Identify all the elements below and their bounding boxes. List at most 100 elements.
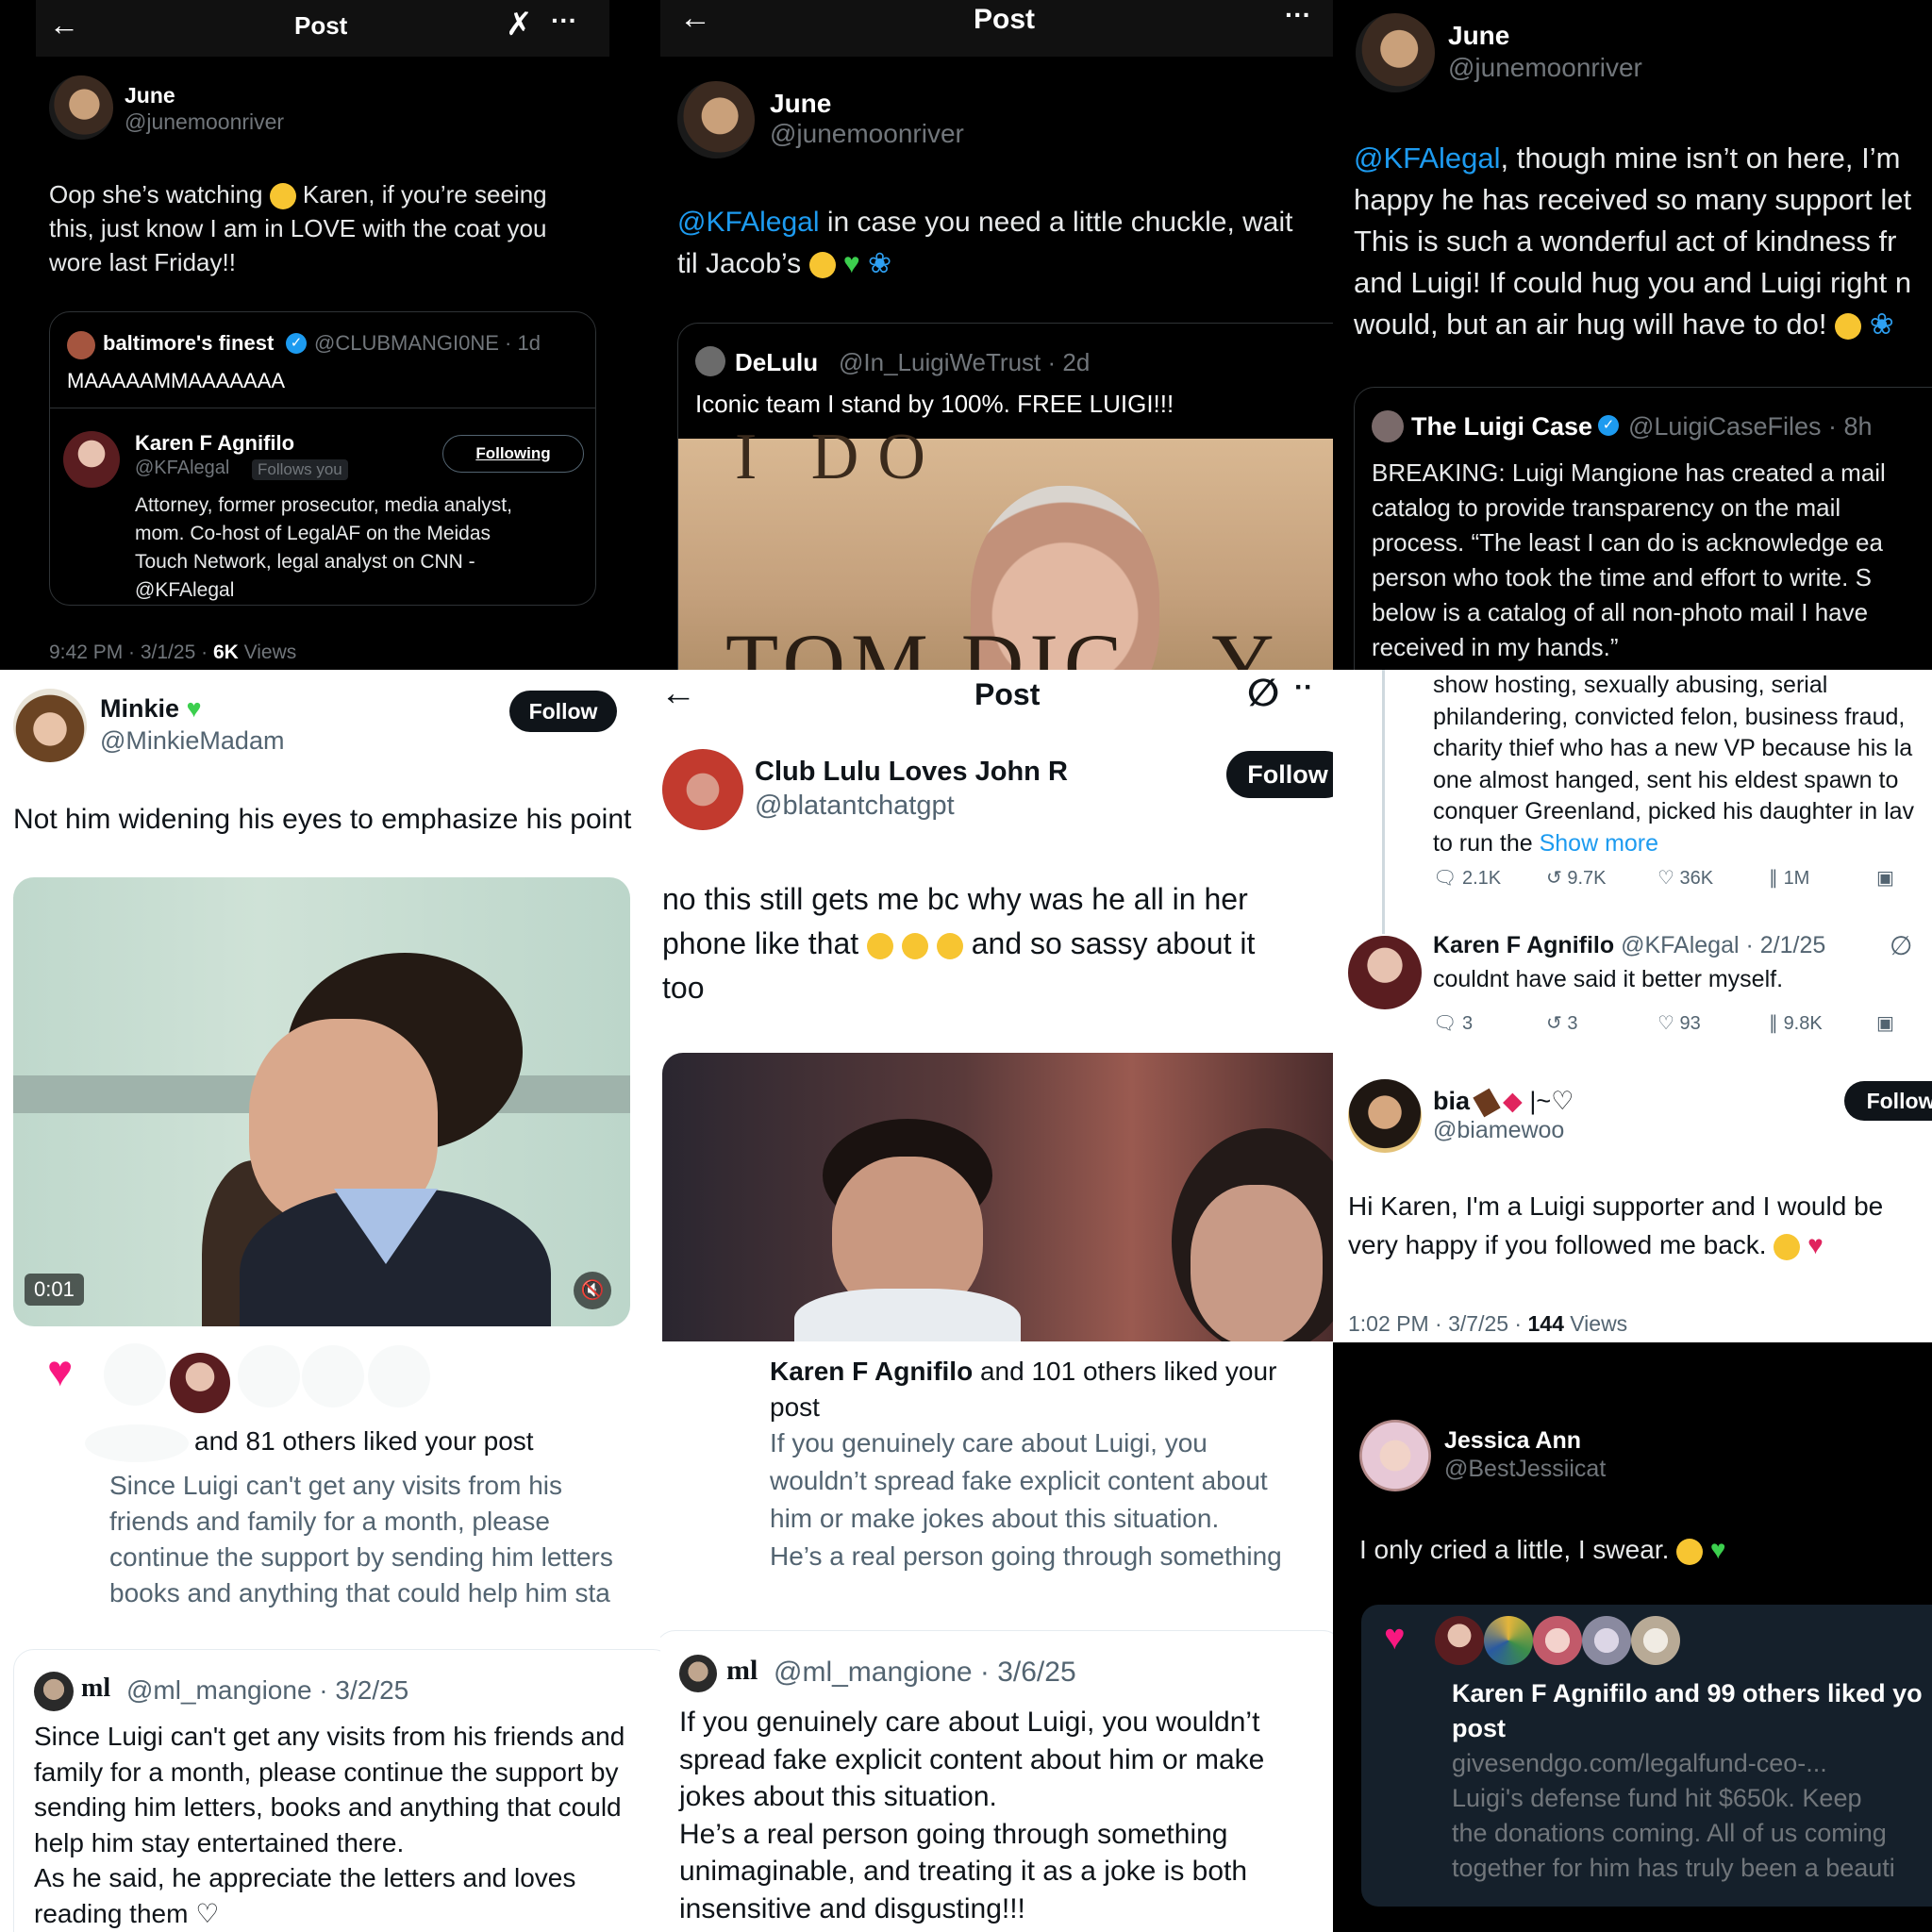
avatar xyxy=(302,1345,364,1407)
post-meta: 9:42 PM · 3/1/25 · 6K Views xyxy=(49,641,296,664)
repost-count-value: 3 xyxy=(1567,1013,1578,1034)
preview-line: Since Luigi can't get any visits from hi… xyxy=(109,1471,563,1500)
more-options-icon[interactable]: ··· xyxy=(1285,0,1311,30)
author-handle[interactable]: @MinkieMadam xyxy=(100,726,284,756)
more-options-icon[interactable]: ·· xyxy=(1294,672,1313,704)
mention-link[interactable]: @KFAlegal xyxy=(677,207,820,238)
body-line: to run the xyxy=(1433,829,1533,857)
grok-icon[interactable]: ✗ xyxy=(506,6,533,43)
profile-bio: Attorney, former prosecutor, media analy… xyxy=(135,491,588,605)
avatar[interactable] xyxy=(1356,13,1435,92)
reply-author-name[interactable]: Karen F Agnifilo xyxy=(1433,932,1614,958)
repost-count[interactable]: ↺ 9.7K xyxy=(1546,866,1606,890)
follow-button[interactable]: Follow xyxy=(509,691,617,732)
avatar xyxy=(104,1343,166,1406)
grinning-face-icon xyxy=(1835,312,1862,340)
grok-icon[interactable]: ∅ xyxy=(1890,930,1912,961)
following-button[interactable]: Following xyxy=(442,435,584,473)
author-handle[interactable]: @junemoonriver xyxy=(1448,53,1642,83)
post-body: I only cried a little, I swear. ♥ xyxy=(1359,1535,1726,1565)
bia-handle[interactable]: @biamewoo xyxy=(1433,1117,1564,1144)
author-name[interactable]: June xyxy=(125,83,175,108)
avatar[interactable] xyxy=(49,75,113,140)
body-line: one almost hanged, sent his eldest spawn… xyxy=(1433,766,1899,793)
avatar[interactable] xyxy=(13,689,87,762)
author-name[interactable]: Club Lulu Loves John R xyxy=(755,757,1068,788)
bookmark-icon[interactable]: ▣ xyxy=(1876,1011,1894,1035)
bia-name[interactable]: bia xyxy=(1433,1087,1470,1115)
body-line: unimaginable, and treating it as a joke … xyxy=(679,1856,1248,1887)
author-name[interactable]: June xyxy=(770,89,831,119)
author-name[interactable]: Jessica Ann xyxy=(1444,1427,1581,1455)
views-count[interactable]: ∥ 9.8K xyxy=(1769,1011,1823,1035)
author-name[interactable]: ml xyxy=(81,1674,110,1704)
body-line: show hosting, sexually abusing, serial xyxy=(1433,672,1828,698)
courtroom-photo[interactable] xyxy=(662,1053,1333,1341)
preview-line: continue the support by sending him lett… xyxy=(109,1542,613,1572)
like-count[interactable]: ♡ 36K xyxy=(1657,866,1713,890)
panel-thread-replies: show hosting, sexually abusing, serial p… xyxy=(1333,670,1932,1342)
back-arrow-icon[interactable]: ← xyxy=(679,0,711,37)
body-line: philandering, convicted felon, business … xyxy=(1433,703,1906,730)
quote-line: process. “The least I can do is acknowle… xyxy=(1372,528,1883,557)
back-arrow-icon[interactable]: ← xyxy=(49,8,79,42)
avatar[interactable] xyxy=(34,1672,74,1711)
grok-icon[interactable]: ∅ xyxy=(1247,672,1279,715)
avatar[interactable] xyxy=(679,1655,717,1692)
more-options-icon[interactable]: ··· xyxy=(551,6,577,36)
author-handle[interactable]: @junemoonriver xyxy=(770,119,964,149)
author-name[interactable]: Minkie xyxy=(100,694,179,723)
show-more-link[interactable]: Show more xyxy=(1540,830,1658,857)
panel-june-post-1: ← Post ✗ ··· June @junemoonriver Oop she… xyxy=(0,0,660,670)
avatar[interactable] xyxy=(662,749,743,830)
woman-face xyxy=(1191,1185,1323,1341)
panel-june-post-3: June @junemoonriver @KFAlegal, though mi… xyxy=(1333,0,1932,670)
author-name[interactable]: ml xyxy=(726,1655,758,1687)
mute-icon[interactable]: 🔇 xyxy=(574,1272,611,1309)
avatar xyxy=(368,1345,430,1407)
body-line: As he said, he appreciate the letters an… xyxy=(34,1863,576,1892)
like-count[interactable]: ♡ 93 xyxy=(1657,1011,1701,1035)
back-arrow-icon[interactable]: ← xyxy=(660,674,696,714)
image-sign-text: TOM DIC xyxy=(725,616,1128,670)
author-name[interactable]: June xyxy=(1448,21,1509,51)
courtroom-photo[interactable]: I DO TOM DIC Y L xyxy=(678,421,1333,670)
author-handle[interactable]: @ml_mangione · 3/2/25 xyxy=(126,1675,408,1706)
reply-count[interactable]: 🗨 2.1K xyxy=(1433,866,1501,890)
author-handle[interactable]: @BestJessiicat xyxy=(1444,1456,1606,1483)
notification-preview: Since Luigi can't get any visits from hi… xyxy=(109,1468,647,1611)
author-handle[interactable]: @ml_mangione · 3/6/25 xyxy=(774,1657,1076,1689)
mention-link[interactable]: @KFAlegal xyxy=(1354,142,1501,175)
panel-ml-post-1: ml @ml_mangione · 3/2/25 Since Luigi can… xyxy=(0,1641,660,1932)
verified-badge-icon: ✓ xyxy=(286,333,307,354)
notification-link[interactable]: givesendgo.com/legalfund-ceo-... xyxy=(1452,1746,1895,1781)
follow-button[interactable]: Follow xyxy=(1844,1081,1932,1121)
red-heart-icon: ♥ xyxy=(1807,1230,1824,1259)
follow-button[interactable]: Follow xyxy=(1226,751,1333,798)
nav-title: Post xyxy=(974,4,1036,35)
preview-line: wouldn’t spread fake explicit content ab… xyxy=(770,1466,1268,1495)
reply-author-handle[interactable]: @KFAlegal · 2/1/25 xyxy=(1621,932,1825,958)
avatar[interactable] xyxy=(1348,1079,1422,1153)
quote-line: catalog to provide transparency on the m… xyxy=(1372,493,1841,522)
bookmark-icon[interactable]: ▣ xyxy=(1876,866,1894,890)
quoted-post[interactable]: DeLulu @In_LuigiWeTrust · 2d Iconic team… xyxy=(677,323,1333,670)
quote-author-name: DeLulu xyxy=(735,348,819,376)
avatar[interactable] xyxy=(1348,936,1422,1009)
author-handle[interactable]: @blatantchatgpt xyxy=(755,791,955,822)
post-timestamp: 9:42 PM · 3/1/25 · xyxy=(49,641,208,663)
quoted-post[interactable]: The Luigi Case ✓ @LuigiCaseFiles · 8h BR… xyxy=(1354,387,1932,670)
notification-block: Karen F Agnifilo and 101 others liked yo… xyxy=(770,1353,1333,1575)
quoted-post[interactable]: baltimore's finest ✓ @CLUBMANGI0NE · 1d … xyxy=(49,311,596,606)
avatar[interactable] xyxy=(677,81,755,158)
avatar[interactable] xyxy=(1359,1420,1431,1491)
author-handle[interactable]: @junemoonriver xyxy=(125,109,284,135)
notification-card[interactable]: ♥ Karen F Agnifilo and 99 others liked y… xyxy=(1361,1605,1932,1907)
body-line: family for a month, please continue the … xyxy=(34,1757,619,1787)
pleading-face-icon xyxy=(1774,1233,1801,1260)
reply-count[interactable]: 🗨 3 xyxy=(1433,1011,1473,1035)
video-player[interactable]: 0:01 🔇 xyxy=(13,877,630,1326)
views-count[interactable]: ∥ 1M xyxy=(1769,866,1809,890)
repost-count[interactable]: ↺ 3 xyxy=(1546,1011,1577,1035)
views-count-value: 1M xyxy=(1783,868,1810,889)
